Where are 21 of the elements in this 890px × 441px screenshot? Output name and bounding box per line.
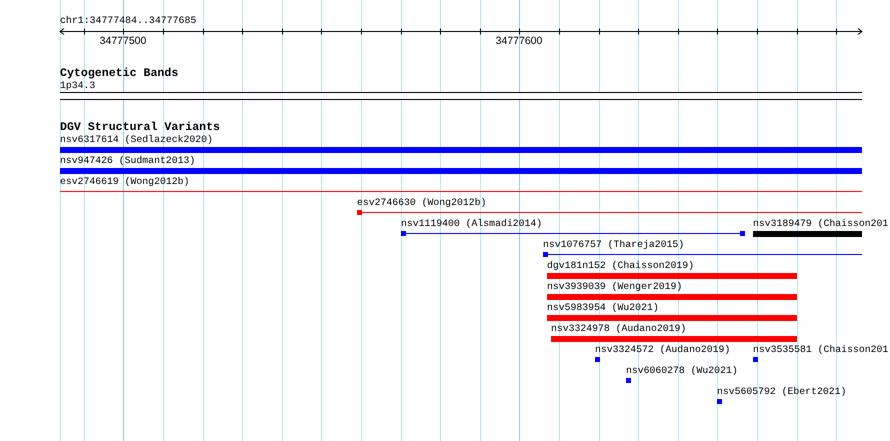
variant-label: nsv6317614 (Sedlazeck2020): [60, 134, 213, 146]
track-title: Cytogenetic Bands: [60, 67, 178, 80]
band-label: 1p34.3: [60, 80, 96, 92]
ruler-tick-label: 34777600: [496, 35, 542, 47]
track-title: DGV Structural Variants: [60, 121, 220, 134]
variant-label: nsv3324978 (Audano2019): [551, 323, 686, 335]
variant-label: nsv947426 (Sudmant2013): [60, 155, 196, 167]
variant-label: esv2746630 (Wong2012b): [357, 197, 486, 209]
variant-label: nsv5605792 (Ebert2021): [717, 386, 846, 398]
variant-label: nsv1119400 (Alsmadi2014): [401, 218, 542, 230]
ruler-label: chr1:34777484..34777685: [60, 15, 196, 27]
variant-label: nsv5983954 (Wu2021): [547, 302, 659, 314]
variant-label: nsv3535581 (Chaisson201: [753, 344, 888, 356]
variant-label: nsv3324572 (Audano2019): [595, 344, 730, 356]
variant-label: nsv3189479 (Chaisson201: [753, 218, 888, 230]
variant-label: nsv1076757 (Thareja2015): [543, 239, 684, 251]
variant-label: nsv6060278 (Wu2021): [626, 365, 738, 377]
variant-label: nsv3939039 (Wenger2019): [547, 281, 682, 293]
variant-label: dgv181n152 (Chaisson2019): [547, 260, 694, 272]
ruler-tick-label: 34777500: [100, 35, 146, 47]
variant-label: esv2746619 (Wong2012b): [60, 176, 190, 188]
